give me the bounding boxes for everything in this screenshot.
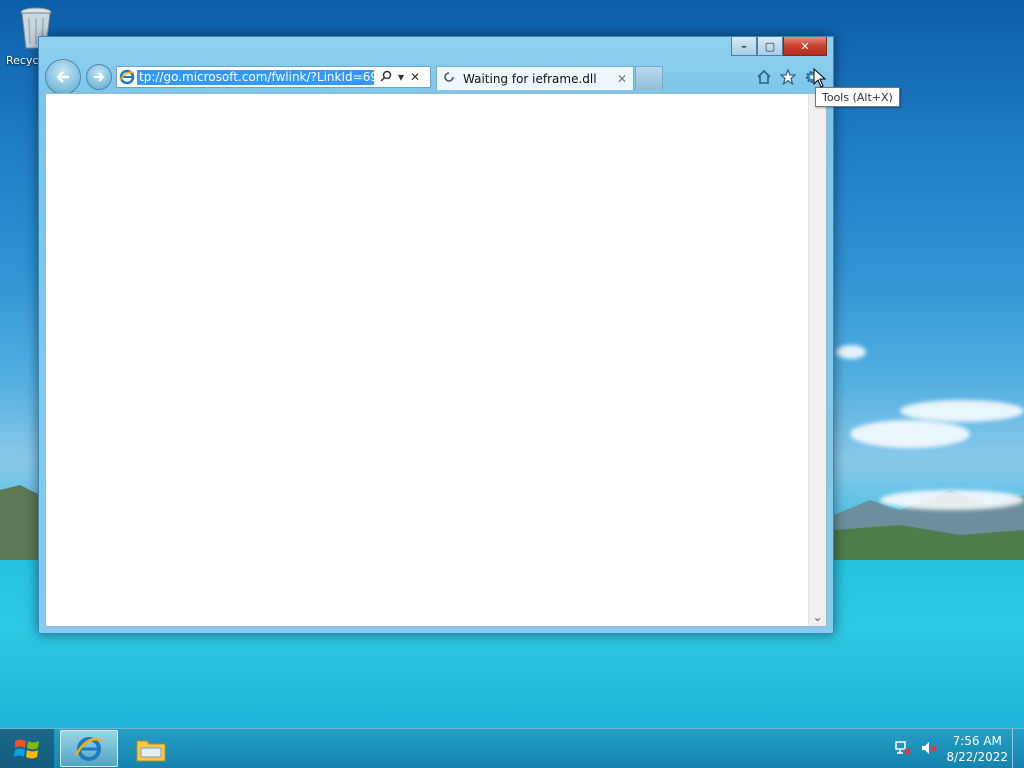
tab-ieframe[interactable]: Waiting for ieframe.dll ✕ <box>436 66 634 90</box>
clock-time: 7:56 AM <box>952 734 1002 748</box>
back-arrow-icon <box>56 71 69 83</box>
back-button[interactable] <box>45 59 81 95</box>
tab-close-icon[interactable]: ✕ <box>617 72 627 86</box>
address-url-text[interactable]: tp://go.microsoft.com/fwlink/?LinkId=691… <box>137 69 374 85</box>
search-icon[interactable] <box>380 70 392 85</box>
favorites-button[interactable] <box>779 68 797 86</box>
home-button[interactable] <box>755 68 773 86</box>
maximize-button[interactable]: ▢ <box>757 37 783 56</box>
mouse-cursor-icon <box>813 68 827 88</box>
taskbar-ie-button[interactable] <box>60 730 118 767</box>
cloud <box>836 345 866 359</box>
loading-spinner-icon <box>443 71 457 86</box>
tools-tooltip: Tools (Alt+X) <box>815 87 900 107</box>
forward-arrow-icon <box>94 72 105 82</box>
volume-muted-icon[interactable] <box>920 740 938 759</box>
internet-explorer-icon <box>74 736 103 761</box>
folder-icon <box>136 740 166 761</box>
taskbar-explorer-button[interactable] <box>122 730 180 767</box>
minimize-button[interactable]: – <box>731 37 757 56</box>
home-icon <box>757 69 771 84</box>
scroll-down-button[interactable]: ⌄ <box>809 608 826 626</box>
caption-buttons: – ▢ ✕ <box>731 37 827 56</box>
windows-logo-icon <box>14 739 39 759</box>
dropdown-icon[interactable]: ▾ <box>398 70 404 84</box>
cloud <box>900 400 1024 422</box>
ie-page-icon <box>117 69 137 85</box>
clock[interactable]: 7:56 AM 8/22/2022 <box>946 733 1008 765</box>
vertical-scrollbar[interactable]: ⌃ ⌄ <box>808 94 826 626</box>
show-desktop-button[interactable] <box>1012 729 1024 768</box>
ie-window: – ▢ ✕ tp://go.microsoft.com/fwlink/?Link… <box>38 36 834 634</box>
stop-icon[interactable]: ✕ <box>410 70 420 84</box>
tab-title: Waiting for ieframe.dll <box>463 71 597 86</box>
forward-button[interactable] <box>86 64 112 90</box>
cloud <box>880 490 1024 510</box>
new-tab-button[interactable] <box>635 66 663 90</box>
clock-date: 8/22/2022 <box>946 750 1008 764</box>
page-content: ⌃ ⌄ <box>45 93 827 627</box>
system-tray: 7:56 AM 8/22/2022 <box>894 729 1008 768</box>
address-bar[interactable]: tp://go.microsoft.com/fwlink/?LinkId=691… <box>116 66 431 88</box>
taskbar: 7:56 AM 8/22/2022 <box>0 728 1024 768</box>
network-icon[interactable] <box>894 740 912 759</box>
close-button[interactable]: ✕ <box>783 37 827 56</box>
star-icon <box>780 69 796 85</box>
start-button[interactable] <box>0 729 54 768</box>
cloud <box>850 420 970 448</box>
